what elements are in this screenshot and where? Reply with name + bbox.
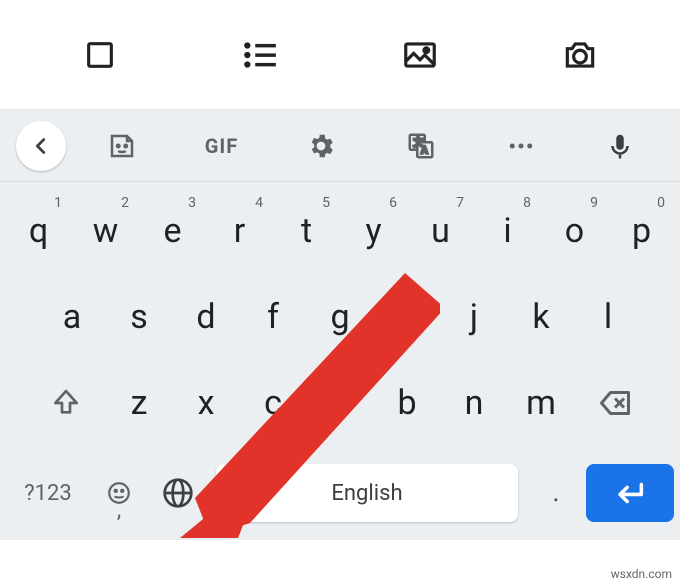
keyboard-row-2: a s d f g h j k l (0, 274, 680, 360)
key-i[interactable]: i8 (474, 191, 541, 271)
translate-icon[interactable]: 文A (371, 116, 471, 176)
language-switch-key[interactable] (148, 461, 208, 525)
key-s[interactable]: s (106, 277, 173, 357)
gif-button[interactable]: GIF (172, 116, 272, 176)
key-d[interactable]: d (173, 277, 240, 357)
key-v[interactable]: v (307, 363, 374, 443)
spacebar[interactable]: English (216, 464, 518, 522)
shift-key[interactable] (26, 387, 106, 419)
voice-input-icon[interactable] (570, 116, 670, 176)
key-a[interactable]: a (39, 277, 106, 357)
keyboard-row-1: q1 w2 e3 r4 t5 y6 u7 i8 o9 p0 (0, 188, 680, 274)
key-f[interactable]: f (240, 277, 307, 357)
key-z[interactable]: z (106, 363, 173, 443)
key-t[interactable]: t5 (273, 191, 340, 271)
key-w[interactable]: w2 (72, 191, 139, 271)
key-c[interactable]: c (240, 363, 307, 443)
emoji-key[interactable]: , (90, 461, 148, 525)
key-u[interactable]: u7 (407, 191, 474, 271)
key-y[interactable]: y6 (340, 191, 407, 271)
key-j[interactable]: j (441, 277, 508, 357)
keyboard-toolbar: GIF 文A (0, 110, 680, 182)
key-g[interactable]: g (307, 277, 374, 357)
key-l[interactable]: l (575, 277, 642, 357)
stickers-icon[interactable] (72, 116, 172, 176)
note-text-icon[interactable] (76, 31, 124, 79)
key-k[interactable]: k (508, 277, 575, 357)
keyboard-row-4: ?123 , English . (0, 446, 680, 540)
symbols-key[interactable]: ?123 (6, 461, 90, 525)
key-o[interactable]: o9 (541, 191, 608, 271)
keyboard-row-3: z x c v b n m (0, 360, 680, 446)
collapse-toolbar-button[interactable] (16, 121, 66, 171)
key-h[interactable]: h (374, 277, 441, 357)
list-icon[interactable] (236, 31, 284, 79)
key-b[interactable]: b (374, 363, 441, 443)
watermark: wsxdn.com (611, 567, 672, 581)
period-key[interactable]: . (526, 461, 586, 525)
key-r[interactable]: r4 (206, 191, 273, 271)
camera-icon[interactable] (556, 31, 604, 79)
image-icon[interactable] (396, 31, 444, 79)
key-n[interactable]: n (441, 363, 508, 443)
svg-text:A: A (421, 145, 428, 156)
key-q[interactable]: q1 (5, 191, 72, 271)
enter-key[interactable] (586, 464, 674, 522)
key-e[interactable]: e3 (139, 191, 206, 271)
more-options-icon[interactable] (471, 116, 571, 176)
comma-label: , (117, 498, 121, 523)
key-m[interactable]: m (508, 363, 575, 443)
app-toolbar (0, 0, 680, 110)
keyboard: q1 w2 e3 r4 t5 y6 u7 i8 o9 p0 a s d f g … (0, 182, 680, 540)
settings-gear-icon[interactable] (271, 116, 371, 176)
backspace-key[interactable] (575, 385, 655, 421)
key-p[interactable]: p0 (608, 191, 675, 271)
key-x[interactable]: x (173, 363, 240, 443)
